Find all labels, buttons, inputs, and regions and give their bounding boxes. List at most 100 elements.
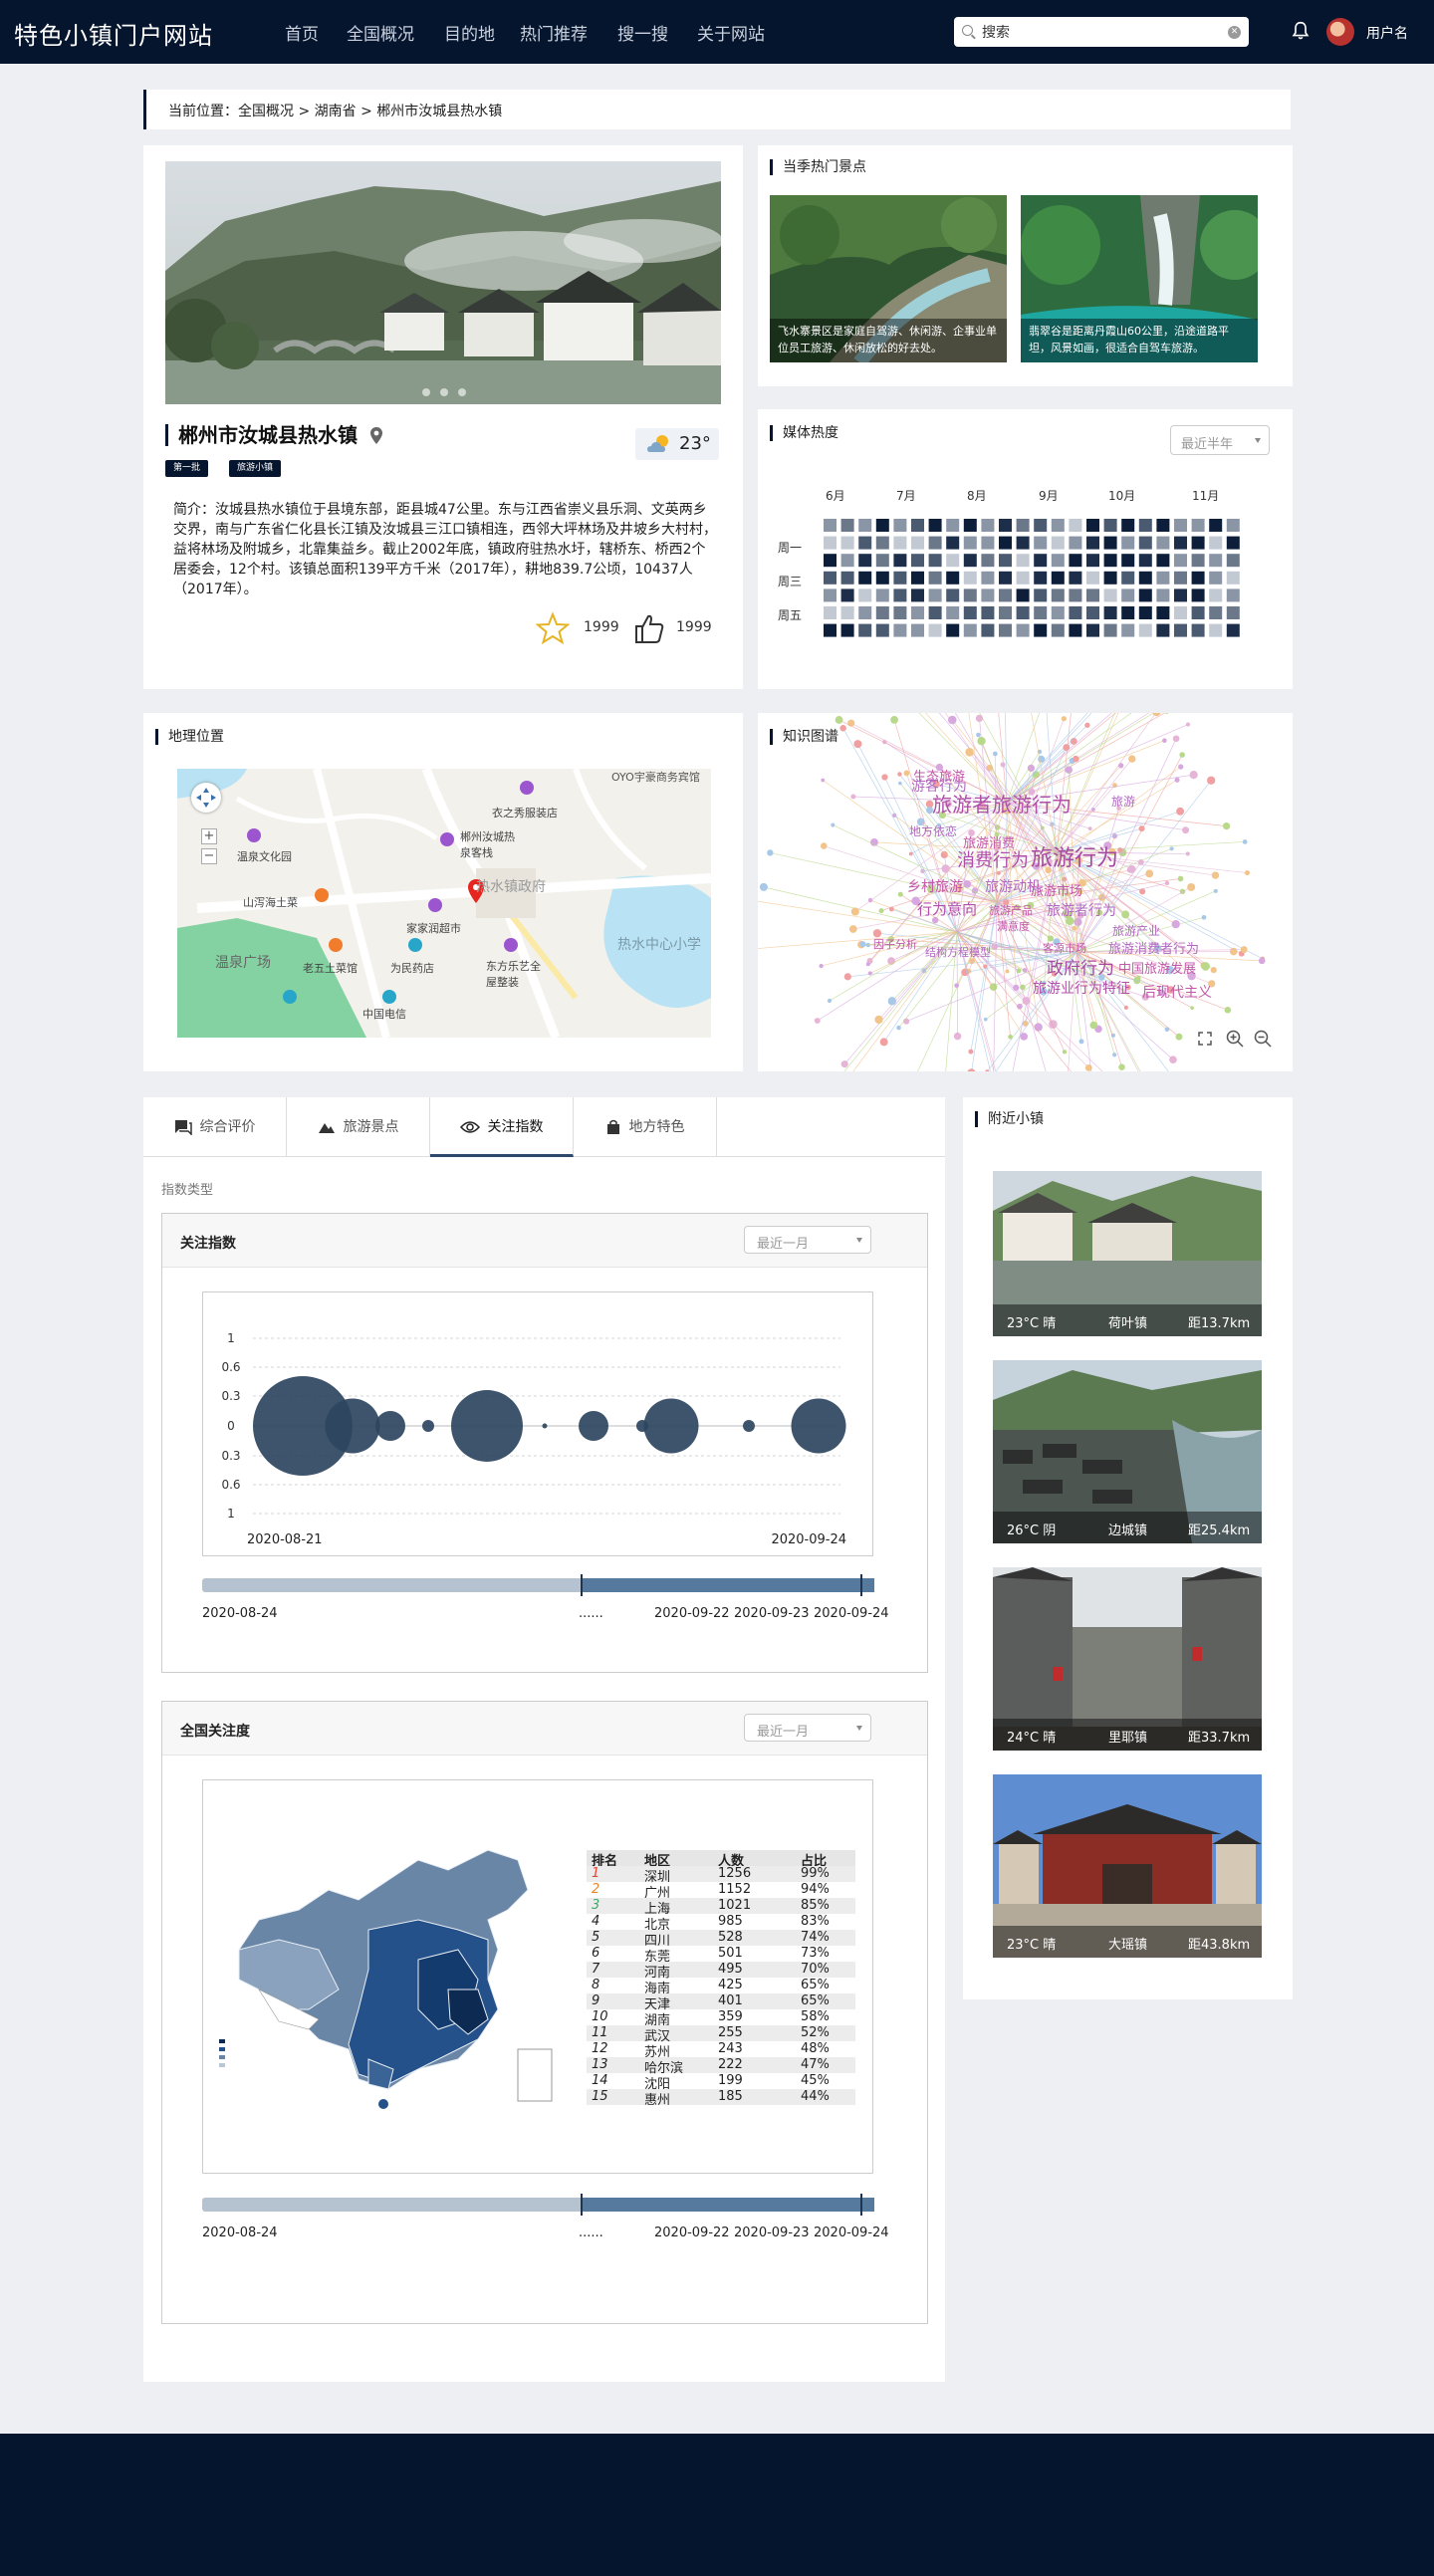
graph-term[interactable]: 旅游产品 [989,902,1033,918]
heat-cell[interactable] [1034,606,1048,619]
heat-cell[interactable] [1069,588,1082,602]
graph-node[interactable] [975,714,984,723]
graph-node[interactable] [839,725,846,732]
heat-cell[interactable] [911,606,924,619]
heat-cell[interactable] [928,623,942,637]
heat-cell[interactable] [1138,536,1152,550]
graph-node[interactable] [835,716,843,724]
graph-term[interactable]: 行为意向 [917,898,977,919]
heat-cell[interactable] [963,519,977,532]
poi-icon[interactable] [283,990,297,1004]
heat-cell[interactable] [928,519,942,532]
nav-search[interactable]: 搜一搜 [617,20,668,45]
heat-cell[interactable] [1156,606,1170,619]
heat-cell[interactable] [1156,554,1170,568]
graph-node[interactable] [1165,713,1169,714]
heat-cell[interactable] [1209,606,1223,619]
graph-term[interactable]: 旅游者行为 [1047,900,1116,920]
graph-node[interactable] [879,1038,888,1047]
graph-node[interactable] [1201,962,1210,971]
graph-node[interactable] [1210,967,1217,974]
heat-cell[interactable] [928,588,942,602]
graph-term[interactable]: 旅游市场 [1031,880,1082,899]
heat-cell[interactable] [1069,571,1082,585]
bell-icon[interactable] [1290,20,1312,42]
heat-cell[interactable] [840,623,854,637]
poi-icon[interactable] [247,828,261,842]
tab-local[interactable]: 地方特色 [574,1097,717,1157]
graph-node[interactable] [992,751,998,757]
carousel-dot[interactable] [440,388,448,396]
graph-node[interactable] [1062,1050,1068,1054]
heat-cell[interactable] [1138,519,1152,532]
graph-node[interactable] [976,732,981,738]
heat-cell[interactable] [911,623,924,637]
heat-cell[interactable] [963,588,977,602]
graph-node[interactable] [953,1032,962,1041]
graph-node[interactable] [1240,946,1248,953]
heat-cell[interactable] [1156,519,1170,532]
heat-cell[interactable] [1209,536,1223,550]
heat-cell[interactable] [1191,623,1205,637]
heat-cell[interactable] [1034,571,1048,585]
heat-cell[interactable] [1209,554,1223,568]
heat-cell[interactable] [840,554,854,568]
heat-cell[interactable] [1138,606,1152,619]
heat-cell[interactable] [1034,623,1048,637]
nav-overview[interactable]: 全国概况 [347,20,414,45]
heat-cell[interactable] [893,571,907,585]
heat-cell[interactable] [1034,588,1048,602]
bubble-point[interactable] [422,1420,434,1432]
heat-cell[interactable] [1103,606,1117,619]
graph-node[interactable] [1127,864,1136,873]
heat-cell[interactable] [981,536,995,550]
heat-cell[interactable] [1086,606,1099,619]
graph-node[interactable] [954,983,960,989]
graph-node[interactable] [941,864,950,873]
heat-cell[interactable] [963,606,977,619]
poi-icon[interactable] [440,832,454,846]
graph-node[interactable] [1190,1006,1194,1011]
heat-cell[interactable] [1016,571,1030,585]
bubble-point[interactable] [451,1390,523,1462]
heat-cell[interactable] [999,571,1012,585]
heat-cell[interactable] [946,554,960,568]
heat-cell[interactable] [1086,554,1099,568]
graph-node[interactable] [819,963,824,969]
graph-node[interactable] [1022,997,1031,1006]
graph-node[interactable] [1178,764,1184,770]
period-select[interactable]: 最近半年 [1170,425,1270,455]
heat-cell[interactable] [858,571,872,585]
graph-node[interactable] [874,1015,883,1025]
breadcrumb[interactable]: 当前位置：全国概况 > 湖南省 > 郴州市汝城县热水镇 [168,101,502,120]
heat-cell[interactable] [1051,519,1065,532]
heat-cell[interactable] [1069,554,1082,568]
graph-term[interactable]: 旅游行为 [1031,840,1118,872]
heat-cell[interactable] [824,588,836,602]
bubble-point[interactable] [542,1423,548,1429]
graph-node[interactable] [1118,1063,1125,1070]
bubble-chart[interactable]: 1 0.6 0.3 0 0.3 0.6 1 2020-08-21 2020-09-24 [203,1292,872,1555]
heat-cell[interactable] [1103,536,1117,550]
heat-cell[interactable] [1121,606,1135,619]
graph-node[interactable] [827,998,833,1004]
heat-cell[interactable] [875,536,889,550]
clear-icon[interactable]: ✕ [1228,26,1241,39]
nav-home[interactable]: 首页 [285,20,319,45]
zoom-out-button[interactable]: − [201,848,217,864]
graph-node[interactable] [1179,752,1185,758]
graph-node[interactable] [853,740,862,749]
heat-cell[interactable] [946,623,960,637]
graph-node[interactable] [1005,969,1010,974]
heat-cell[interactable] [893,519,907,532]
graph-node[interactable] [843,973,851,981]
heat-cell[interactable] [1209,588,1223,602]
heat-cell[interactable] [893,554,907,568]
graph-node[interactable] [1213,888,1218,893]
graph-node[interactable] [1084,722,1090,728]
graph-node[interactable] [890,715,898,724]
graph-node[interactable] [1164,880,1170,886]
graph-term[interactable]: 后现代主义 [1142,982,1212,1002]
heat-cell[interactable] [875,554,889,568]
heat-cell[interactable] [824,606,836,619]
